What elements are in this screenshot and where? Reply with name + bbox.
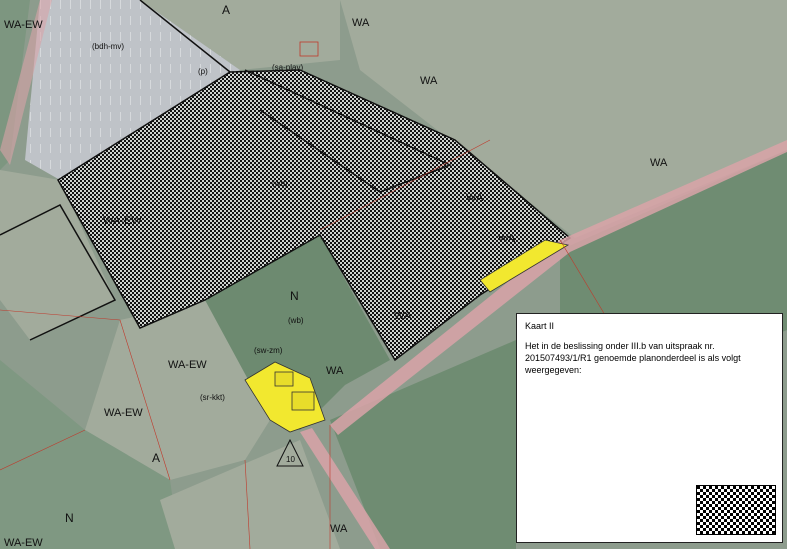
building-farm-2 <box>291 391 315 411</box>
zone-label-wa: WA <box>466 192 484 204</box>
zone-label-n: N <box>290 289 299 303</box>
zone-label-wa: WA <box>330 523 348 535</box>
zone-label-wa-ew: WA-EW <box>168 359 207 371</box>
function-label-wb: (wb) <box>272 179 288 188</box>
function-label-p: (p) <box>198 67 208 76</box>
zone-label-n: N <box>65 511 74 525</box>
function-label-sw-zm: (sw-zm) <box>254 346 283 355</box>
zone-label-wa: WA <box>498 233 516 245</box>
zone-label-wa-ew: WA-EW <box>4 537 43 549</box>
zone-label-a: A <box>152 451 161 465</box>
zone-label-wa: WA <box>650 157 668 169</box>
building-farm-1 <box>274 371 294 387</box>
zone-label-wa-ew: WA-EW <box>104 407 143 419</box>
function-label-wb: (wb) <box>288 316 304 325</box>
function-label-sa-plav: (sa-plav) <box>272 63 304 72</box>
zone-label-wa-ew: WA-EW <box>4 19 43 31</box>
map-viewer: A WA WA-EW (bdh-mv) (p) (sa-plav) WA WA … <box>0 0 787 549</box>
zone-label-wa-ew: WA-EW <box>103 215 142 227</box>
zone-label-wa: WA <box>420 75 438 87</box>
zone-label-wa: WA <box>352 17 370 29</box>
zone-label-a: A <box>222 3 231 17</box>
zone-label-wa: WA <box>394 310 412 322</box>
legend-hatch-swatch <box>696 485 776 535</box>
zone-label-wa: WA <box>326 365 344 377</box>
function-label-bdh-mv: (bdh-mv) <box>92 42 125 51</box>
function-label-sr-kkt: (sr-kkt) <box>200 393 225 402</box>
marker-value: 10 <box>286 455 295 464</box>
legend-title: Kaart II <box>525 321 555 331</box>
legend-box: Kaart II Het in de beslissing onder III.… <box>516 313 783 543</box>
legend-text: Het in de beslissing onder III.b van uit… <box>525 341 741 375</box>
